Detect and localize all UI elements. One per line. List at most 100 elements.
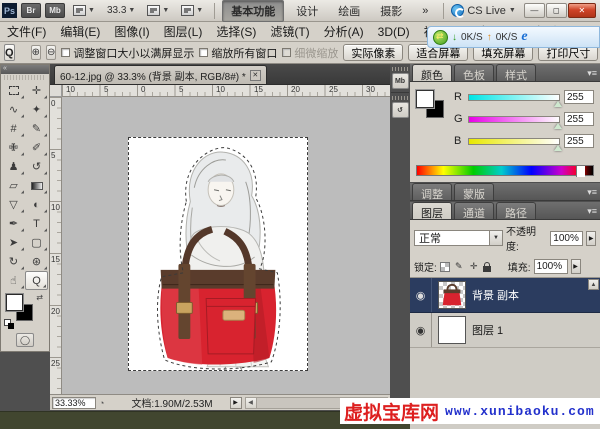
launch-bridge-button[interactable]: Br: [21, 3, 41, 18]
tab-paths[interactable]: 路径: [496, 202, 536, 219]
opacity-spinner[interactable]: ▶: [586, 231, 596, 246]
zoom-all-windows-checkbox[interactable]: 缩放所有窗口: [199, 45, 277, 61]
document-close-icon[interactable]: ✕: [250, 70, 261, 81]
tab-layers[interactable]: 图层: [412, 202, 452, 219]
tab-styles[interactable]: 样式: [496, 64, 536, 81]
3d-rotate-tool[interactable]: ⊛: [25, 252, 48, 271]
blend-mode-select[interactable]: 正常▼: [414, 230, 503, 246]
path-selection-tool[interactable]: ➤: [2, 233, 25, 252]
history-panel-button[interactable]: ↺: [392, 102, 409, 118]
tab-swatches[interactable]: 色板: [454, 64, 494, 81]
menu-analysis[interactable]: 分析(A): [317, 21, 371, 42]
slider-thumb[interactable]: [554, 123, 562, 129]
zoom-tool[interactable]: Q: [25, 271, 48, 290]
panel-menu-icon[interactable]: ▾≡: [587, 187, 597, 198]
tab-channels[interactable]: 通道: [454, 202, 494, 219]
scroll-left-icon[interactable]: ◀: [246, 398, 257, 408]
visibility-eye-icon[interactable]: ◉: [410, 278, 432, 312]
rotate-view-tool[interactable]: ↻: [2, 252, 25, 271]
lock-all-icon[interactable]: [483, 266, 491, 272]
foreground-color-swatch[interactable]: [416, 90, 434, 108]
menu-3d[interactable]: 3D(D): [371, 23, 417, 41]
status-flyout-button[interactable]: ▶: [230, 397, 242, 409]
tools-panel-collapse[interactable]: «: [1, 65, 49, 74]
swap-colors-icon[interactable]: ⇄: [36, 293, 43, 302]
tab-adjustments[interactable]: 调整: [412, 183, 452, 200]
hand-tool[interactable]: ☝: [2, 271, 25, 290]
current-tool-icon[interactable]: Q▼: [4, 44, 15, 61]
minimize-button[interactable]: —: [524, 3, 545, 18]
foreground-color-swatch[interactable]: [6, 294, 23, 311]
pen-tool[interactable]: ✒: [2, 214, 25, 233]
move-tool[interactable]: ✛: [25, 81, 48, 100]
menu-file[interactable]: 文件(F): [0, 21, 53, 42]
menu-filter[interactable]: 滤镜(T): [263, 21, 316, 42]
visibility-eye-icon[interactable]: ◉: [410, 313, 432, 347]
blue-slider[interactable]: [468, 138, 560, 145]
blur-tool[interactable]: ▽: [2, 195, 25, 214]
slider-thumb[interactable]: [554, 101, 562, 107]
red-value-field[interactable]: 255: [564, 90, 594, 104]
panel-grip[interactable]: [392, 96, 408, 100]
dodge-burn-tool[interactable]: ◐: [25, 195, 48, 214]
minibridge-panel-button[interactable]: Mb: [392, 73, 409, 89]
actual-pixels-button[interactable]: 实际像素: [343, 44, 403, 61]
default-colors-icon[interactable]: [4, 319, 11, 326]
tab-color[interactable]: 颜色: [412, 64, 452, 81]
workspace-photography[interactable]: 摄影: [372, 1, 410, 21]
lock-paint-icon[interactable]: ✎: [453, 261, 465, 272]
history-brush-tool[interactable]: ↺: [25, 157, 48, 176]
lock-move-icon[interactable]: ✛: [468, 261, 480, 272]
layer-name[interactable]: 背景 副本: [472, 287, 519, 303]
workspace-essentials[interactable]: 基本功能: [222, 0, 284, 22]
blue-value-field[interactable]: 255: [564, 134, 594, 148]
layer-thumbnail[interactable]: [438, 281, 466, 309]
cs-live-dropdown[interactable]: CS Live▼: [451, 4, 515, 17]
document-tab[interactable]: 60-12.jpg @ 33.3% (背景 副本, RGB/8#) * ✕: [54, 65, 267, 84]
slider-thumb[interactable]: [554, 145, 562, 151]
tab-masks[interactable]: 蒙版: [454, 183, 494, 200]
menu-select[interactable]: 选择(S): [209, 21, 263, 42]
view-extras-dropdown[interactable]: ▼: [69, 3, 99, 19]
close-button[interactable]: ✕: [568, 3, 596, 18]
clone-stamp-tool[interactable]: ♟: [2, 157, 25, 176]
zoom-in-button[interactable]: ⊕: [31, 45, 41, 60]
layer-row-background-copy[interactable]: ◉ 背景 副本 ▲: [410, 278, 600, 313]
menu-layer[interactable]: 图层(L): [157, 21, 210, 42]
chevron-down-icon[interactable]: ▼: [489, 231, 502, 245]
panel-grip[interactable]: [392, 67, 408, 71]
brush-tool[interactable]: ✐: [25, 138, 48, 157]
workspace-painting[interactable]: 绘画: [330, 1, 368, 21]
menu-image[interactable]: 图像(I): [107, 21, 156, 42]
scroll-up-icon[interactable]: ▲: [588, 279, 599, 290]
canvas-page[interactable]: [128, 137, 308, 371]
green-slider[interactable]: [468, 116, 560, 123]
panel-menu-icon[interactable]: ▾≡: [587, 68, 597, 79]
zoom-out-button[interactable]: ⊖: [46, 45, 56, 60]
green-value-field[interactable]: 255: [564, 112, 594, 126]
status-zoom-field[interactable]: 33.33%: [52, 397, 96, 409]
red-slider[interactable]: [468, 94, 560, 101]
fill-field[interactable]: 100%: [534, 259, 568, 274]
layer-row-layer-1[interactable]: ◉ 图层 1: [410, 313, 600, 348]
resize-windows-checkbox[interactable]: 调整窗口大小以满屏显示: [61, 45, 194, 61]
workspace-design[interactable]: 设计: [288, 1, 326, 21]
restore-button[interactable]: ◻: [546, 3, 567, 18]
zoom-level-dropdown[interactable]: 33.3▼: [103, 3, 139, 19]
type-tool[interactable]: T: [25, 214, 48, 233]
launch-minibridge-button[interactable]: Mb: [45, 3, 65, 18]
eyedropper-tool[interactable]: ✎: [25, 119, 48, 138]
network-speed-widget[interactable]: ↓ 0K/S ↑ 0K/S e: [427, 26, 600, 48]
magic-wand-tool[interactable]: ✦: [25, 100, 48, 119]
canvas-viewport[interactable]: [62, 97, 390, 394]
quick-mask-button[interactable]: ◯: [16, 333, 34, 347]
color-spectrum-ramp[interactable]: [416, 165, 594, 176]
screen-mode-dropdown[interactable]: ▼: [177, 3, 207, 19]
fill-spinner[interactable]: ▶: [571, 259, 581, 274]
healing-brush-tool[interactable]: ✙: [2, 138, 25, 157]
lasso-tool[interactable]: ∿: [2, 100, 25, 119]
workspace-more-button[interactable]: »: [414, 3, 436, 19]
eraser-tool[interactable]: ▱: [2, 176, 25, 195]
menu-edit[interactable]: 编辑(E): [53, 21, 107, 42]
layer-name[interactable]: 图层 1: [472, 322, 503, 338]
